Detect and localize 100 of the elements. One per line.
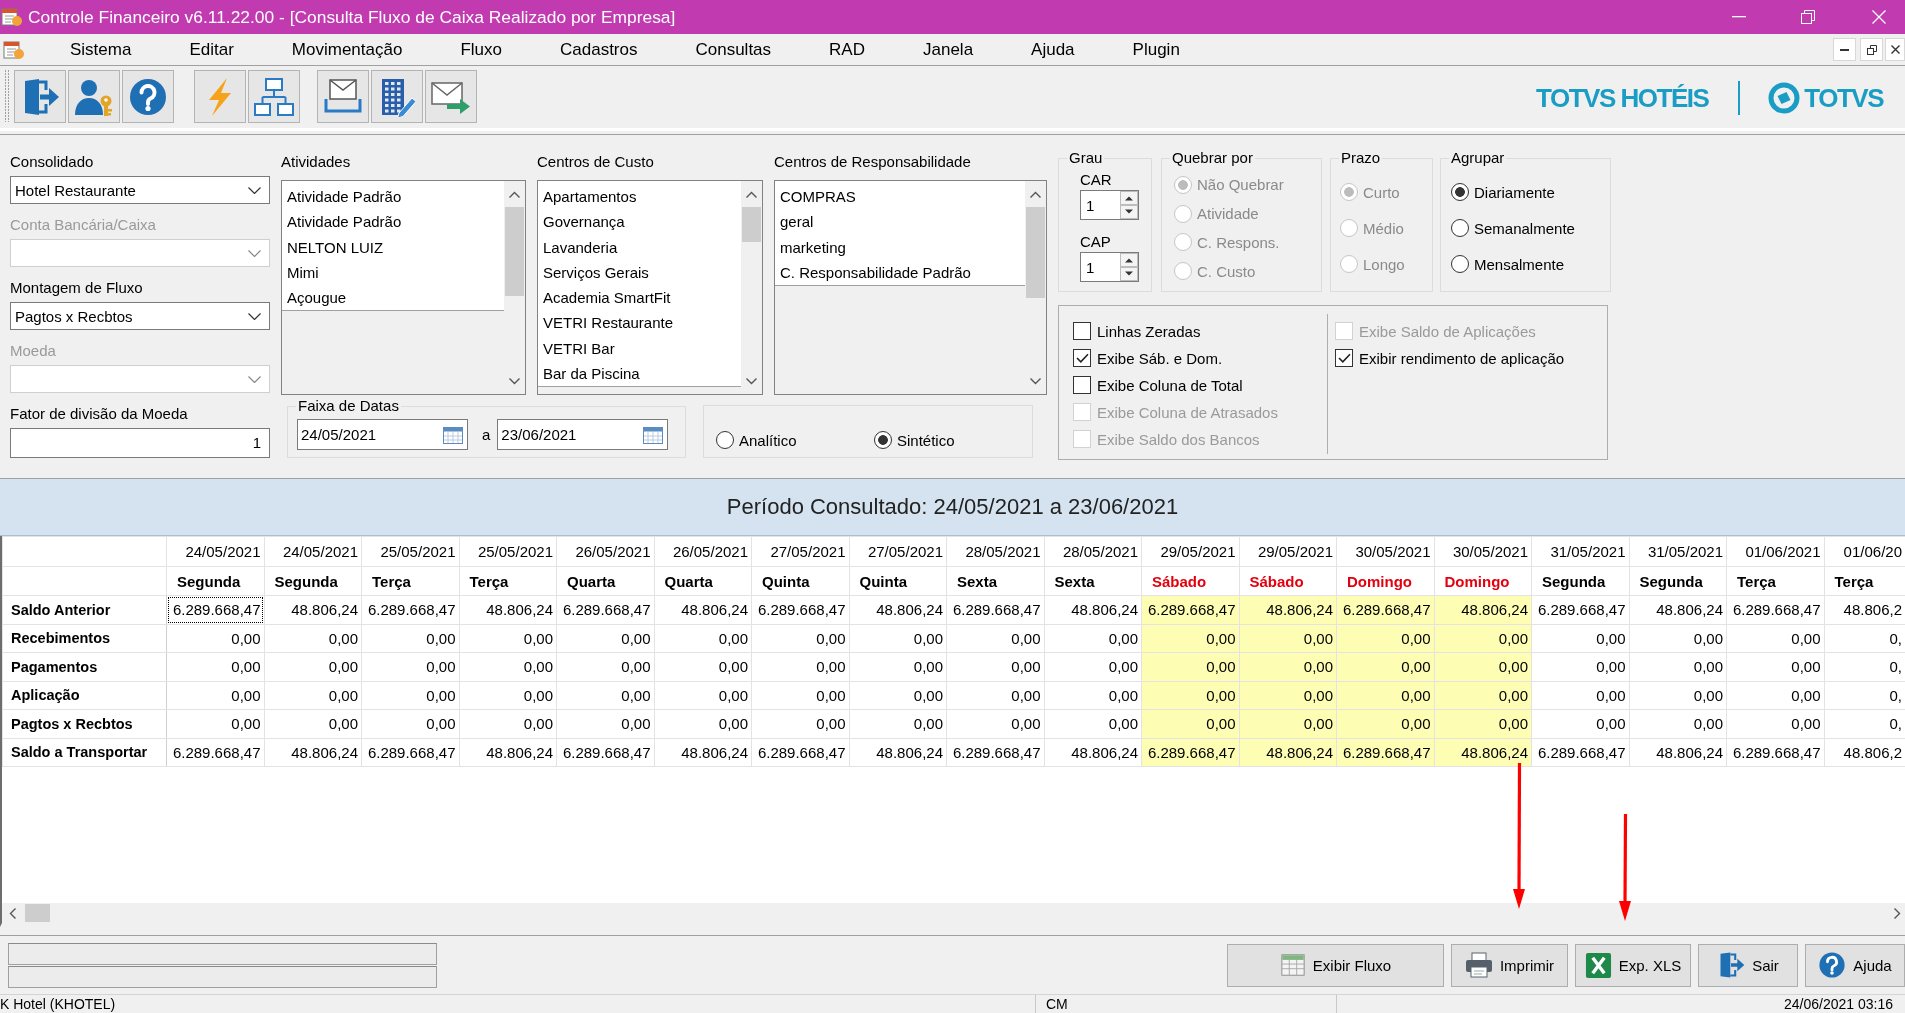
list-item[interactable]: Governança bbox=[538, 209, 741, 235]
list-item[interactable]: Serviços Gerais bbox=[538, 259, 741, 286]
table-cell: 0,00 bbox=[1044, 624, 1142, 653]
menu-item[interactable]: Editar bbox=[160, 36, 263, 63]
restore-button[interactable] bbox=[1860, 38, 1883, 61]
menu-item[interactable]: Ajuda bbox=[1002, 36, 1104, 63]
table-cell: 0,00 bbox=[751, 652, 849, 681]
list-item[interactable]: VETRI Restaurante bbox=[538, 310, 741, 336]
checkmark-icon bbox=[1337, 353, 1351, 363]
toolbar-button[interactable] bbox=[14, 70, 66, 123]
table-cell: 0,00 bbox=[1336, 652, 1434, 681]
view-flow-button[interactable]: Exibir Fluxo bbox=[1227, 943, 1444, 987]
radio-button[interactable] bbox=[874, 431, 892, 449]
column-header: 31/05/2021 bbox=[1629, 536, 1727, 567]
spin-box[interactable]: 1 bbox=[1080, 252, 1139, 282]
period-title: Período Consultado: 24/05/2021 a 23/06/2021 bbox=[726, 494, 1179, 520]
menu-item[interactable]: Fluxo bbox=[431, 36, 531, 63]
help-button[interactable]: Ajuda bbox=[1805, 943, 1905, 987]
table-cell: 0,00 bbox=[1726, 709, 1824, 738]
toolbar-button[interactable] bbox=[68, 70, 120, 123]
menu-item[interactable]: Movimentação bbox=[262, 36, 432, 63]
table-cell: 0,00 bbox=[849, 652, 947, 681]
list-item[interactable]: Apartamentos bbox=[538, 184, 741, 210]
export-button[interactable]: Exp. XLS bbox=[1575, 943, 1691, 987]
spin-box[interactable]: 1 bbox=[1080, 190, 1139, 220]
table-cell: 0,00 bbox=[1531, 652, 1629, 681]
column-header: Segunda bbox=[1629, 566, 1727, 596]
checkbox-label: Exibe Coluna de Atrasados bbox=[1097, 403, 1278, 421]
table-cell: 48.806,24 bbox=[1629, 595, 1727, 624]
menu-item[interactable]: Janela bbox=[894, 36, 1003, 63]
list-item[interactable]: Açougue bbox=[282, 285, 504, 311]
row-header: Pagamentos bbox=[2, 652, 167, 681]
table-cell: 0,00 bbox=[1239, 624, 1337, 653]
toolbar-button[interactable] bbox=[122, 70, 174, 123]
radio-button[interactable] bbox=[1451, 219, 1469, 237]
list-item[interactable]: VETRI Bar bbox=[538, 335, 741, 362]
number-field[interactable]: 1 bbox=[10, 428, 270, 458]
menu-item[interactable]: Plugin bbox=[1103, 36, 1209, 63]
list-item[interactable]: Bar da Piscina bbox=[538, 361, 741, 387]
print-button[interactable]: Imprimir bbox=[1451, 943, 1568, 987]
status-text: K Hotel (KHOTEL) bbox=[0, 995, 1036, 1013]
exit-button[interactable]: Sair bbox=[1698, 943, 1798, 987]
table-cell: 0,00 bbox=[1531, 709, 1629, 738]
list-item[interactable]: Mimi bbox=[282, 259, 504, 286]
menu-item[interactable]: Consultas bbox=[666, 36, 801, 63]
radio-label: Médio bbox=[1363, 219, 1404, 237]
list-item[interactable]: Atividade Padrão bbox=[282, 184, 504, 210]
table-cell: 6.289.668,47 bbox=[556, 738, 654, 767]
list-item[interactable]: NELTON LUIZ bbox=[282, 234, 504, 260]
table-cell: 6.289.668,47 bbox=[1336, 595, 1434, 624]
field-label: Montagem de Fluxo bbox=[10, 278, 144, 298]
table-cell: 0,00 bbox=[166, 624, 264, 653]
list-item[interactable]: COMPRAS bbox=[775, 184, 1025, 210]
radio-button[interactable] bbox=[1451, 255, 1469, 273]
table-cell: 0,00 bbox=[1044, 652, 1142, 681]
radio-button[interactable] bbox=[716, 431, 734, 449]
table-cell: 0,00 bbox=[556, 652, 654, 681]
table-cell: 6.289.668,47 bbox=[1726, 738, 1824, 767]
row-header: Saldo Anterior bbox=[2, 595, 167, 624]
table-cell: 48.806,24 bbox=[654, 738, 752, 767]
list-item[interactable]: marketing bbox=[775, 234, 1025, 260]
dropdown[interactable]: Pagtos x Recbtos bbox=[10, 302, 270, 330]
menu-item[interactable]: RAD bbox=[800, 36, 894, 63]
radio-label: Longo bbox=[1363, 255, 1405, 273]
dropdown[interactable]: Hotel Restaurante bbox=[10, 176, 270, 204]
column-header: Sexta bbox=[1044, 566, 1142, 596]
list-item[interactable]: Academia SmartFit bbox=[538, 285, 741, 311]
list-item[interactable]: Lavanderia bbox=[538, 234, 741, 260]
close-button[interactable] bbox=[1885, 38, 1905, 61]
checkbox[interactable] bbox=[1073, 322, 1091, 340]
checkbox[interactable] bbox=[1073, 376, 1091, 394]
column-header: Terça bbox=[1726, 566, 1824, 596]
toolbar-button[interactable] bbox=[248, 70, 300, 123]
toolbar-button[interactable] bbox=[371, 70, 423, 123]
radio-button[interactable] bbox=[1451, 183, 1469, 201]
date-field[interactable]: 23/06/2021 bbox=[497, 419, 669, 450]
menu-item[interactable]: Sistema bbox=[43, 36, 161, 63]
minimize-button[interactable] bbox=[1833, 38, 1856, 61]
checkbox[interactable] bbox=[1335, 349, 1353, 367]
column-header: Domingo bbox=[1336, 566, 1434, 596]
column-header: Sexta bbox=[946, 566, 1044, 596]
table-cell: 0,00 bbox=[1239, 681, 1337, 710]
product-name: TOTVS HOTÉIS bbox=[1536, 82, 1709, 114]
column-header: Sábado bbox=[1141, 566, 1239, 596]
menu-item[interactable]: Cadastros bbox=[531, 36, 667, 63]
toolbar-button[interactable] bbox=[425, 70, 477, 123]
restore-icon bbox=[1800, 10, 1815, 24]
list-item[interactable]: geral bbox=[775, 209, 1025, 235]
table-cell: 0,00 bbox=[1434, 624, 1532, 653]
flowchart-icon bbox=[254, 76, 294, 117]
window-title: Controle Financeiro v6.11.22.00 - [Consulta Fluxo de Caixa Realizado por Empresa] bbox=[28, 6, 676, 28]
radio-label: Diariamente bbox=[1474, 183, 1555, 201]
table-cell: 0,00 bbox=[1141, 709, 1239, 738]
list-item[interactable]: Atividade Padrão bbox=[282, 209, 504, 235]
list-item[interactable]: C. Responsabilidade Padrão bbox=[775, 259, 1025, 286]
table-cell: 48.806,24 bbox=[849, 595, 947, 624]
toolbar-button[interactable] bbox=[317, 70, 369, 123]
date-field[interactable]: 24/05/2021 bbox=[297, 419, 468, 450]
checkbox[interactable] bbox=[1073, 349, 1091, 367]
column-header: Segunda bbox=[166, 566, 264, 596]
